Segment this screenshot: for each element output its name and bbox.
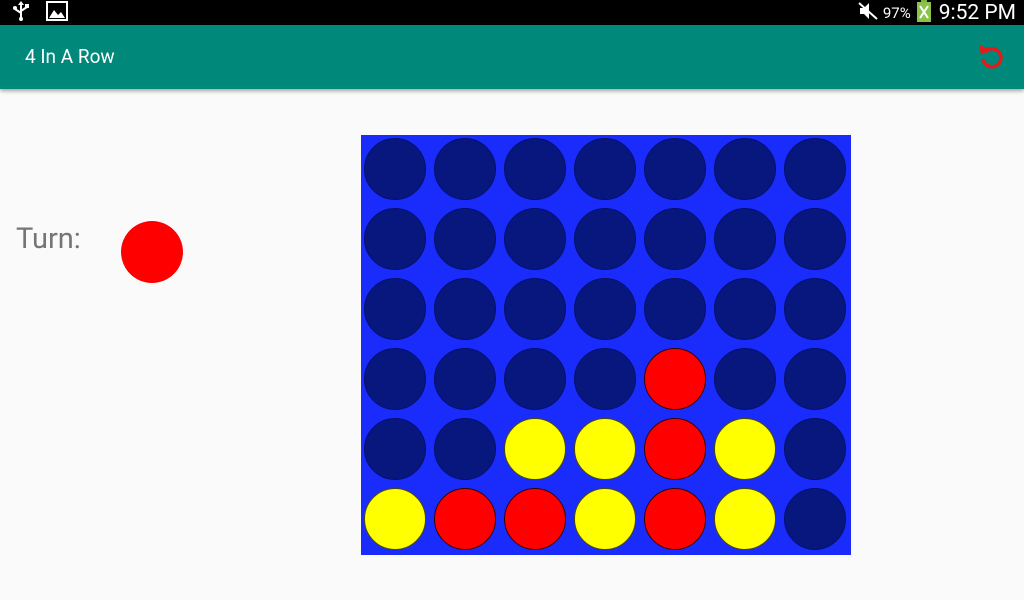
- board-cell-r5-c2-empty[interactable]: [434, 418, 496, 480]
- board-cell-r3-c4-empty[interactable]: [574, 278, 636, 340]
- board-cell-r1-c6-empty[interactable]: [714, 138, 776, 200]
- board-cell-r5-c4-yellow[interactable]: [574, 418, 636, 480]
- board-cell-r5-c5-red[interactable]: [644, 418, 706, 480]
- board-cell-r2-c2-empty[interactable]: [434, 208, 496, 270]
- mute-icon: [857, 1, 879, 25]
- board-cell-r6-c6-yellow[interactable]: [714, 488, 776, 550]
- board-cell-r6-c1-yellow[interactable]: [364, 488, 426, 550]
- board-cell-r6-c5-red[interactable]: [644, 488, 706, 550]
- board-cell-r3-c6-empty[interactable]: [714, 278, 776, 340]
- board-cell-r3-c3-empty[interactable]: [504, 278, 566, 340]
- board-cell-r5-c6-yellow[interactable]: [714, 418, 776, 480]
- board-cell-r1-c4-empty[interactable]: [574, 138, 636, 200]
- board-cell-r1-c2-empty[interactable]: [434, 138, 496, 200]
- board-cell-r2-c6-empty[interactable]: [714, 208, 776, 270]
- board-cell-r1-c3-empty[interactable]: [504, 138, 566, 200]
- board-cell-r2-c3-empty[interactable]: [504, 208, 566, 270]
- board-cell-r4-c2-empty[interactable]: [434, 348, 496, 410]
- turn-label: Turn:: [16, 222, 81, 256]
- board-cell-r4-c3-empty[interactable]: [504, 348, 566, 410]
- board-cell-r3-c2-empty[interactable]: [434, 278, 496, 340]
- board-cell-r4-c6-empty[interactable]: [714, 348, 776, 410]
- current-turn-disc: [121, 221, 183, 283]
- board-cell-r5-c1-empty[interactable]: [364, 418, 426, 480]
- reset-button[interactable]: [974, 41, 1008, 75]
- board-cell-r4-c1-empty[interactable]: [364, 348, 426, 410]
- battery-charging-icon: [916, 0, 931, 26]
- status-left: [12, 0, 68, 25]
- board-cell-r1-c5-empty[interactable]: [644, 138, 706, 200]
- status-right: 97% 9:52 PM: [857, 0, 1016, 25]
- board-cell-r6-c2-red[interactable]: [434, 488, 496, 550]
- clock: 9:52 PM: [938, 0, 1016, 25]
- reset-icon: [977, 42, 1005, 74]
- app-title: 4 In A Row: [25, 45, 115, 68]
- board-cell-r1-c7-empty[interactable]: [784, 138, 846, 200]
- board-cell-r4-c7-empty[interactable]: [784, 348, 846, 410]
- board-cell-r6-c7-empty[interactable]: [784, 488, 846, 550]
- board-cell-r4-c4-empty[interactable]: [574, 348, 636, 410]
- board-cell-r6-c4-yellow[interactable]: [574, 488, 636, 550]
- board-cell-r2-c4-empty[interactable]: [574, 208, 636, 270]
- board-cell-r1-c1-empty[interactable]: [364, 138, 426, 200]
- status-bar: 97% 9:52 PM: [0, 0, 1024, 25]
- board-cell-r2-c7-empty[interactable]: [784, 208, 846, 270]
- board-cell-r4-c5-red[interactable]: [644, 348, 706, 410]
- board-cell-r5-c7-empty[interactable]: [784, 418, 846, 480]
- board-cell-r3-c7-empty[interactable]: [784, 278, 846, 340]
- board-cell-r2-c1-empty[interactable]: [364, 208, 426, 270]
- board-cell-r3-c5-empty[interactable]: [644, 278, 706, 340]
- app-bar: 4 In A Row: [0, 25, 1024, 89]
- board-cell-r6-c3-red[interactable]: [504, 488, 566, 550]
- board-cell-r3-c1-empty[interactable]: [364, 278, 426, 340]
- image-icon: [46, 0, 68, 25]
- game-board: [361, 135, 851, 555]
- battery-percent: 97%: [882, 3, 911, 22]
- board-cell-r5-c3-yellow[interactable]: [504, 418, 566, 480]
- board-cell-r2-c5-empty[interactable]: [644, 208, 706, 270]
- usb-icon: [12, 0, 30, 25]
